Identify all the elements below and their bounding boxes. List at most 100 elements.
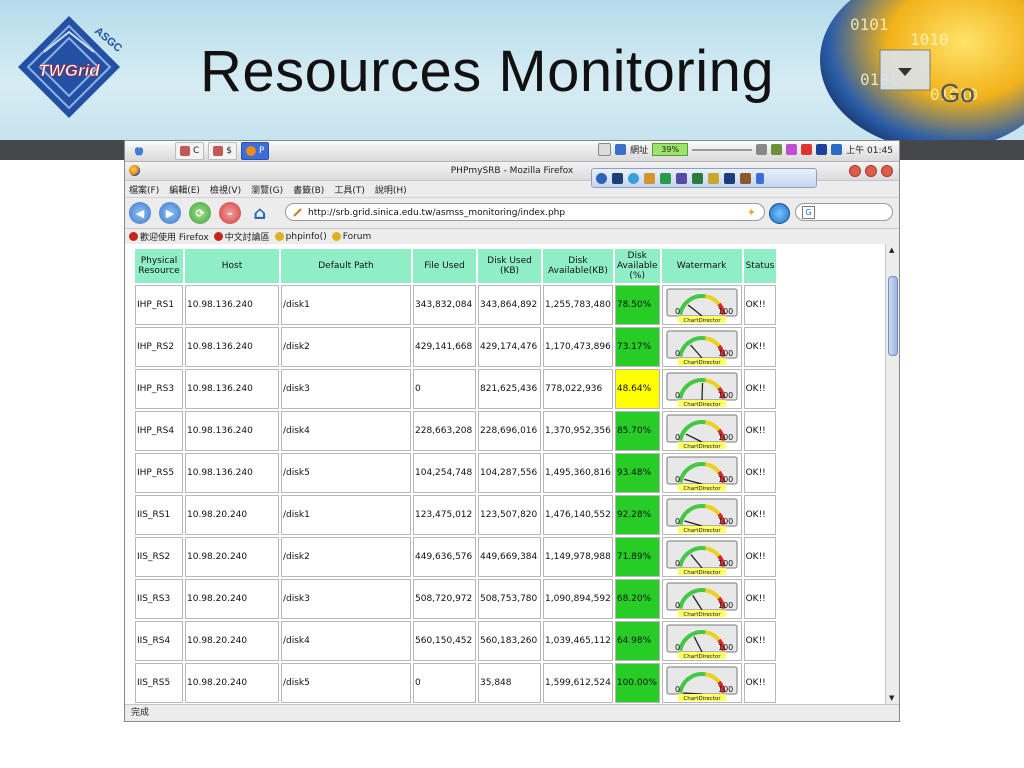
scroll-icon[interactable] <box>598 143 612 156</box>
gauge-caption: ChartDirector <box>683 486 721 492</box>
media-icon[interactable] <box>816 144 828 155</box>
table-row: IIS_RS3 10.98.20.240/disk3 508,720,972 508,… <box>135 579 777 619</box>
menu-go[interactable]: 瀏覽(G) <box>251 183 283 196</box>
forward-button[interactable]: ▶ <box>159 202 181 224</box>
gauge-min-label: 0 <box>675 391 680 400</box>
bookmark-icon <box>274 232 284 241</box>
cell-host: 10.98.136.240 <box>185 369 279 409</box>
col-header-resource: Physical Resource <box>135 249 183 283</box>
cell-file-used: 449,636,576 <box>413 537 476 577</box>
cell-disk-pct: 100.00% <box>614 663 660 703</box>
cell-path: /disk1 <box>281 495 411 535</box>
addon-icon[interactable] <box>692 172 703 184</box>
minimize-button[interactable] <box>849 165 861 177</box>
gauge-min-label: 0 <box>675 349 680 358</box>
go-button[interactable] <box>769 203 790 224</box>
menu-edit[interactable]: 編輯(E) <box>169 183 200 196</box>
vertical-scrollbar[interactable]: ▲ ▼ <box>885 244 899 704</box>
addon-icon[interactable] <box>676 172 687 184</box>
cell-resource: IIS_RS2 <box>135 537 183 577</box>
user-icon[interactable] <box>786 144 798 155</box>
gauge-min-label: 0 <box>675 643 680 652</box>
cell-watermark: 0 100 ChartDirector <box>661 663 742 703</box>
window-list-icon[interactable] <box>831 144 843 155</box>
scroll-thumb[interactable] <box>888 276 898 356</box>
svg-text:1010: 1010 <box>910 30 949 49</box>
menu-file[interactable]: 檔案(F) <box>129 183 159 196</box>
addon-icon[interactable] <box>644 172 655 184</box>
cell-file-used: 0 <box>413 663 476 703</box>
close-button[interactable] <box>881 165 893 177</box>
logo-text: TWGrid <box>38 61 100 80</box>
apple-menu-button[interactable] <box>129 143 149 159</box>
addon-toolbar <box>591 168 817 188</box>
alert-icon[interactable] <box>801 144 813 155</box>
bookmark-item[interactable]: 中文討論區 <box>213 230 270 243</box>
svg-text:0101: 0101 <box>850 15 889 34</box>
menu-tools[interactable]: 工具(T) <box>334 183 365 196</box>
volume-icon[interactable] <box>756 144 768 155</box>
maximize-button[interactable] <box>865 165 877 177</box>
bookmark-item[interactable]: Forum <box>331 232 371 242</box>
search-input[interactable]: G <box>795 203 893 221</box>
bookmark-star-icon[interactable]: ✦ <box>747 204 756 222</box>
cell-status: OK!! <box>743 453 777 493</box>
gauge-meter: 0 100 ChartDirector <box>666 540 738 576</box>
task-terminal-c[interactable]: C <box>175 142 205 160</box>
back-button[interactable]: ◀ <box>129 202 151 224</box>
cell-disk-used: 35,848 <box>478 663 541 703</box>
cell-status: OK!! <box>743 537 777 577</box>
cell-host: 10.98.136.240 <box>185 453 279 493</box>
taskbar: C $ P 網址 39% 上午 01:45 <box>125 141 899 162</box>
task-terminal-s[interactable]: $ <box>208 142 238 160</box>
gauge-meter: 0 100 ChartDirector <box>666 414 738 450</box>
reload-button[interactable]: ⟳ <box>189 202 211 224</box>
menu-view[interactable]: 檢視(V) <box>210 183 241 196</box>
scroll-down-icon[interactable]: ▼ <box>889 694 894 702</box>
task-firefox-p[interactable]: P <box>241 142 270 160</box>
addon-icon[interactable] <box>708 172 719 184</box>
home-button[interactable]: ⌂ <box>249 202 271 224</box>
table-header-row: Physical Resource Host Default Path File… <box>135 249 777 283</box>
bookmark-icon <box>129 232 138 241</box>
cell-disk-available: 1,170,473,896 <box>543 327 613 367</box>
col-header-disk-available: Disk Available(KB) <box>543 249 613 283</box>
addon-icon[interactable] <box>596 172 607 184</box>
url-bar[interactable]: http://srb.grid.sinica.edu.tw/asmss_moni… <box>285 203 765 221</box>
address-label: 網址 <box>630 146 649 156</box>
addon-icon[interactable] <box>756 172 764 184</box>
gauge-caption: ChartDirector <box>683 444 721 450</box>
addon-icon[interactable] <box>740 172 751 184</box>
addon-icon[interactable] <box>660 172 671 184</box>
stop-button[interactable]: – <box>219 202 241 224</box>
addon-icon[interactable] <box>628 172 639 184</box>
bookmark-item[interactable]: 歡迎使用 Firefox <box>129 230 209 243</box>
col-header-host: Host <box>185 249 279 283</box>
scroll-up-icon[interactable]: ▲ <box>889 246 894 254</box>
gauge-meter: 0 100 ChartDirector <box>666 666 738 702</box>
network-icon[interactable] <box>771 144 783 155</box>
cell-disk-pct: 85.70% <box>614 411 660 451</box>
menu-help[interactable]: 說明(H) <box>375 183 407 196</box>
cell-file-used: 429,141,668 <box>413 327 476 367</box>
cell-disk-used: 560,183,260 <box>478 621 541 661</box>
input-method-icon[interactable] <box>615 144 627 155</box>
addon-icon[interactable] <box>612 172 623 184</box>
menu-bookmarks[interactable]: 書籤(B) <box>293 183 324 196</box>
gauge-min-label: 0 <box>675 601 680 610</box>
bookmark-item[interactable]: phpinfo() <box>274 232 327 242</box>
table-row: IHP_RS4 10.98.136.240/disk4 228,663,208 228… <box>135 411 777 451</box>
cell-file-used: 508,720,972 <box>413 579 476 619</box>
cell-disk-pct: 92.28% <box>614 495 660 535</box>
gauge-caption: ChartDirector <box>683 696 721 702</box>
table-row: IIS_RS2 10.98.20.240/disk2 449,636,576 449,… <box>135 537 777 577</box>
addon-icon[interactable] <box>724 172 735 184</box>
cell-resource: IHP_RS1 <box>135 285 183 325</box>
cell-disk-available: 1,476,140,552 <box>543 495 613 535</box>
gauge-caption: ChartDirector <box>683 570 721 576</box>
cell-status: OK!! <box>743 285 777 325</box>
cell-status: OK!! <box>743 411 777 451</box>
cell-disk-available: 1,599,612,524 <box>543 663 613 703</box>
cell-disk-used: 104,287,556 <box>478 453 541 493</box>
decorative-swirl: 01011010 010101010 Go <box>820 0 1024 140</box>
